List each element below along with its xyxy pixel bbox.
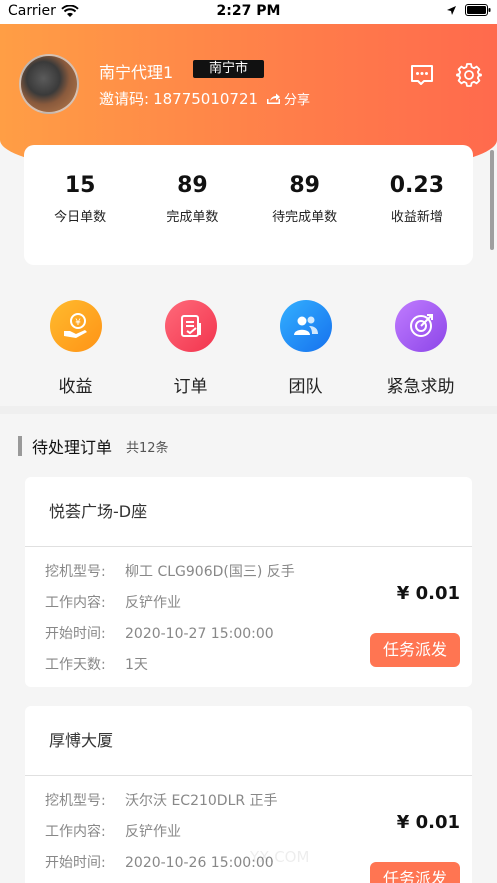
- section-header: 待处理订单 共12条: [18, 434, 169, 458]
- detail-label: 开始时间:: [45, 855, 106, 871]
- stat-value: 0.23: [389, 173, 445, 198]
- pending-orders-section: 待处理订单 共12条 悦荟广场-D座 挖机型号: 柳工 CLG906D(国三) 反…: [0, 414, 497, 883]
- invite-label: 邀请码:: [99, 90, 150, 108]
- order-details: 挖机型号: 柳工 CLG906D(国三) 反手 工作内容: 反铲作业 开始时间: 20…: [25, 547, 472, 685]
- stats-card: 15 今日单数 89 完成单数 89 待完成单数 0.23 收益新增: [24, 145, 473, 265]
- stat-today-orders[interactable]: 15 今日单数: [24, 145, 136, 265]
- svg-text:¥: ¥: [75, 318, 81, 328]
- user-name: 南宁代理1: [99, 63, 174, 82]
- stat-pending-orders[interactable]: 89 待完成单数: [249, 145, 361, 265]
- team-icon: [279, 300, 332, 352]
- quick-actions: ¥ 收益 订单 团队 紧急求助: [0, 296, 497, 406]
- stat-completed-orders[interactable]: 89 完成单数: [136, 145, 248, 265]
- dispatch-task-button[interactable]: 任务派发: [370, 862, 460, 883]
- settings-gear-icon[interactable]: [456, 62, 482, 88]
- detail-value: 反铲作业: [125, 824, 181, 840]
- dispatch-task-button[interactable]: 任务派发: [370, 633, 460, 667]
- stat-label: 收益新增: [390, 210, 443, 225]
- scroll-indicator[interactable]: [490, 150, 494, 250]
- avatar[interactable]: [19, 54, 79, 114]
- detail-value: 柳工 CLG906D(国三) 反手: [125, 564, 295, 580]
- status-bar: Carrier 2:27 PM: [0, 0, 497, 24]
- message-icon[interactable]: [409, 62, 435, 88]
- section-count: 共12条: [126, 440, 169, 456]
- detail-label: 工作内容:: [45, 595, 106, 611]
- status-time: 2:27 PM: [216, 3, 281, 19]
- stat-label: 待完成单数: [272, 210, 338, 225]
- section-title: 待处理订单: [32, 438, 113, 457]
- detail-label: 工作天数:: [45, 657, 106, 673]
- location-arrow-icon: [447, 5, 456, 15]
- order-card[interactable]: 厚愽大厦 挖机型号: 沃尔沃 EC210DLR 正手 工作内容: 反铲作业 开始时间…: [25, 706, 472, 883]
- action-label: 紧急求助: [386, 377, 455, 397]
- invite-code-row: 邀请码: 18775010721 分享: [99, 88, 310, 109]
- action-team[interactable]: 团队: [248, 296, 363, 406]
- city-badge: 南宁市: [193, 60, 264, 78]
- share-icon: [267, 93, 281, 104]
- stat-value: 89: [289, 173, 320, 198]
- watermark: YX.COM: [250, 848, 310, 866]
- stat-label: 完成单数: [166, 210, 219, 225]
- detail-label: 工作内容:: [45, 824, 106, 840]
- action-label: 收益: [58, 377, 93, 397]
- share-label: 分享: [284, 93, 311, 108]
- detail-label: 挖机型号:: [45, 564, 106, 580]
- share-button[interactable]: 分享: [266, 89, 310, 108]
- action-earnings[interactable]: ¥ 收益: [18, 296, 133, 406]
- order-title: 悦荟广场-D座: [25, 477, 472, 547]
- action-orders[interactable]: 订单: [133, 296, 248, 406]
- detail-value: 1天: [125, 657, 148, 673]
- emergency-icon: [394, 300, 447, 352]
- section-marker: [18, 436, 22, 456]
- stat-value: 15: [64, 173, 96, 198]
- status-right: [446, 4, 491, 16]
- order-price: ¥ 0.01: [396, 583, 460, 604]
- stat-value: 89: [177, 173, 208, 198]
- detail-value: 沃尔沃 EC210DLR 正手: [125, 793, 278, 809]
- detail-label: 挖机型号:: [45, 793, 106, 809]
- order-title: 厚愽大厦: [25, 706, 472, 776]
- detail-value: 2020-10-27 15:00:00: [125, 626, 274, 642]
- action-label: 团队: [288, 377, 323, 397]
- battery-icon: [465, 4, 491, 16]
- action-label: 订单: [173, 377, 208, 397]
- order-icon: [164, 300, 217, 352]
- invite-code: 18775010721: [153, 89, 259, 108]
- detail-value: 反铲作业: [125, 595, 181, 611]
- order-price: ¥ 0.01: [396, 812, 460, 833]
- order-details: 挖机型号: 沃尔沃 EC210DLR 正手 工作内容: 反铲作业 开始时间: 2020…: [25, 776, 472, 883]
- stat-label: 今日单数: [54, 210, 107, 225]
- earnings-icon: ¥: [49, 300, 102, 352]
- stat-new-earnings[interactable]: 0.23 收益新增: [361, 145, 473, 265]
- action-emergency[interactable]: 紧急求助: [363, 296, 478, 406]
- detail-label: 开始时间:: [45, 626, 106, 642]
- section-divider: [0, 406, 497, 414]
- order-card[interactable]: 悦荟广场-D座 挖机型号: 柳工 CLG906D(国三) 反手 工作内容: 反铲作业…: [25, 477, 472, 687]
